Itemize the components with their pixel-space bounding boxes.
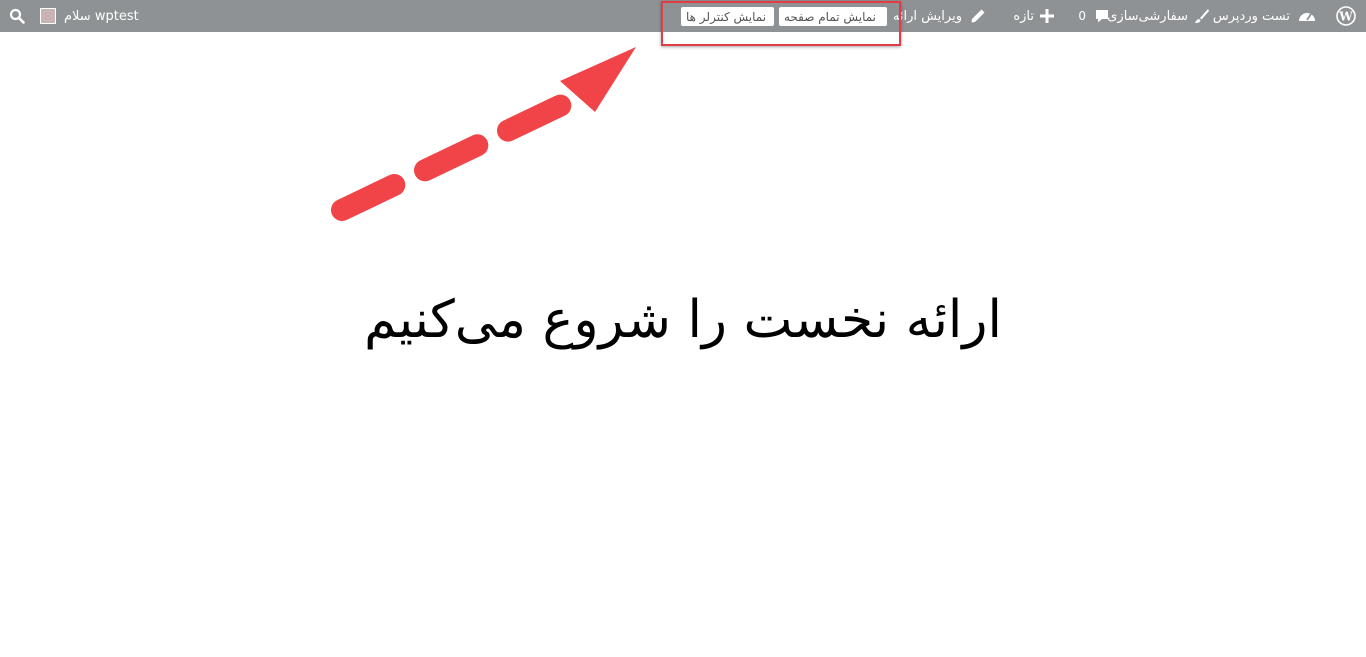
customize-link[interactable]: سفارشی‌سازی [1107, 0, 1210, 32]
avatar [40, 8, 56, 24]
search-button[interactable] [9, 0, 25, 32]
dashboard-icon [1298, 8, 1316, 24]
site-name-label: تست وردپرس [1212, 8, 1290, 24]
greeting-label: سلام wptest [64, 8, 139, 24]
paintbrush-icon [1194, 8, 1210, 24]
wordpress-logo-icon: W [1336, 6, 1356, 26]
pencil-icon [970, 8, 986, 24]
slide-title: ارائه نخست را شروع می‌کنیم [364, 290, 1002, 350]
search-icon [9, 8, 25, 24]
comments-link[interactable]: 0 [1078, 0, 1110, 32]
new-content-menu[interactable]: تازه [1013, 0, 1054, 32]
comment-bubble-icon [1094, 8, 1110, 24]
edit-presentation-label: ویرایش ارائه [892, 8, 962, 24]
new-content-label: تازه [1013, 8, 1034, 24]
comments-count: 0 [1078, 9, 1086, 23]
plus-icon [1040, 9, 1054, 23]
svg-text:W: W [1338, 10, 1353, 24]
my-account-menu[interactable]: سلام wptest [40, 0, 139, 32]
site-name-menu[interactable]: تست وردپرس [1213, 0, 1316, 32]
wp-logo-menu[interactable]: W [1336, 0, 1360, 32]
customize-label: سفارشی‌سازی [1107, 8, 1188, 24]
arrow-shaft [331, 89, 583, 221]
edit-presentation-link[interactable]: ویرایش ارائه [893, 0, 986, 32]
arrow-head [560, 47, 636, 112]
highlight-box [661, 1, 901, 46]
